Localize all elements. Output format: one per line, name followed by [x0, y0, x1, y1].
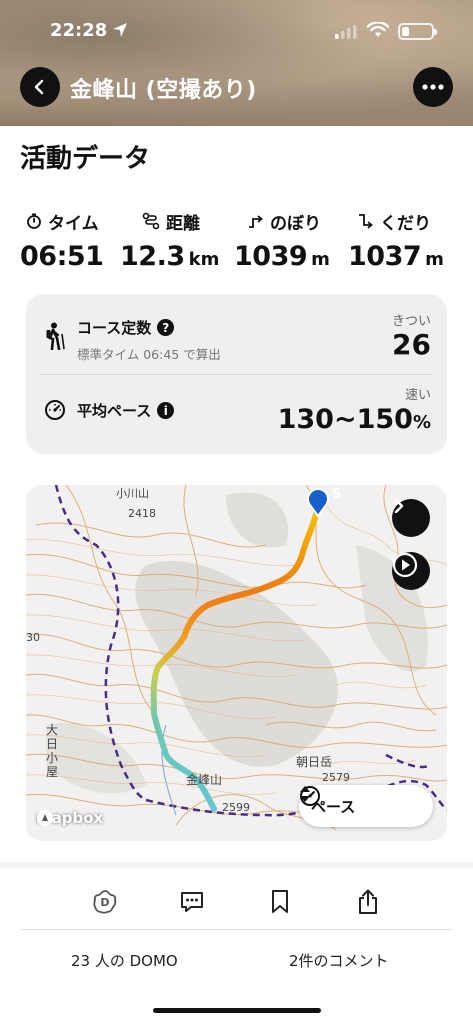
mapbox-icon — [37, 810, 53, 826]
chevron-left-icon — [34, 79, 44, 95]
map-label-2418: 2418 — [128, 507, 156, 520]
stat-value: 12.3 — [120, 241, 185, 272]
route-icon — [142, 212, 160, 230]
pace-tag: 速い — [404, 388, 431, 403]
start-marker — [307, 488, 329, 518]
status-bar: 22:28 — [0, 18, 473, 46]
average-pace-row: 平均ペース i 速い 130~150% — [26, 374, 447, 454]
stat-unit: m — [425, 249, 444, 270]
bottom-action-bar: D 23 人の DOMO 2件のコメント — [0, 868, 473, 1024]
share-icon — [359, 889, 377, 914]
stat-time: タイム 06:51 — [20, 207, 104, 272]
bookmark-button[interactable] — [260, 882, 300, 922]
map-label-2599: 2599 — [222, 801, 250, 814]
route-map[interactable]: S 小川山 2418 30 大日小屋 朝日岳 2579 金峰山 2599 map… — [26, 485, 447, 841]
map-label-dainichi-hut: 大日小屋 — [46, 723, 59, 779]
cellular-signal-icon — [335, 24, 357, 43]
map-label-ogawayama: 小川山 — [116, 487, 149, 500]
map-label-30: 30 — [26, 631, 40, 644]
bottom-divider — [20, 929, 453, 930]
map-label-asahidake: 朝日岳 — [296, 755, 333, 769]
stat-descent: くだり 1037 m — [348, 207, 444, 273]
stat-label: くだり — [380, 213, 431, 234]
comment-bubble-icon — [181, 892, 203, 912]
speedometer-icon — [44, 399, 66, 425]
map-next-button[interactable] — [392, 499, 430, 537]
course-constant-label: コース定数 — [77, 319, 152, 337]
bookmark-icon — [272, 890, 288, 913]
map-label-2579: 2579 — [322, 771, 350, 784]
course-standard-time: 標準タイム 06:45 で算出 — [77, 347, 221, 362]
stat-unit: m — [311, 249, 330, 270]
difficulty-tag: きつい — [391, 314, 431, 329]
more-options-button[interactable] — [413, 67, 453, 107]
back-button[interactable] — [20, 67, 60, 107]
stat-value: 1037 — [348, 241, 422, 272]
stat-label: のぼり — [270, 213, 321, 234]
stat-distance: 距離 12.3 km — [120, 207, 220, 272]
svg-text:D: D — [100, 896, 109, 909]
stat-unit: km — [188, 249, 220, 270]
stat-label: タイム — [48, 213, 99, 234]
help-icon[interactable]: ? — [157, 319, 175, 336]
stat-ascent: のぼり 1039 m — [234, 207, 330, 273]
battery-icon — [398, 23, 437, 40]
mapbox-logo: mapbox — [36, 809, 103, 827]
course-constant-row: コース定数 ? 標準タイム 06:45 で算出 きつい 26 — [26, 294, 447, 374]
stopwatch-icon — [27, 213, 41, 229]
more-dots-icon — [422, 84, 444, 90]
domo-flower-icon: D — [93, 890, 117, 914]
chevron-right-icon — [394, 499, 404, 513]
map-label-kinpu: 金峰山 — [186, 773, 223, 787]
section-title: 活動データ — [20, 144, 151, 174]
ascent-arrow-icon — [249, 215, 263, 228]
comment-button[interactable] — [172, 882, 212, 922]
average-pace-label: 平均ペース — [77, 402, 152, 420]
sort-arrows-icon — [300, 786, 310, 802]
wifi-icon — [366, 21, 390, 42]
map-play-button[interactable] — [392, 552, 430, 590]
stat-value: 1039 — [234, 241, 308, 272]
location-arrow-icon — [112, 22, 128, 42]
home-indicator — [153, 1008, 321, 1013]
activity-title: 金峰山 (空撮あり) — [70, 78, 257, 103]
play-icon — [392, 552, 418, 578]
pace-value: 130~150 — [277, 404, 413, 435]
status-time: 22:28 — [50, 20, 108, 41]
course-constant-value: 26 — [392, 328, 431, 361]
stat-label: 距離 — [166, 213, 200, 234]
start-marker-label: S — [332, 487, 342, 502]
descent-arrow-icon — [359, 214, 373, 229]
info-icon[interactable]: i — [157, 402, 175, 419]
stat-value: 06:51 — [20, 241, 104, 272]
domo-button[interactable]: D — [85, 882, 125, 922]
share-button[interactable] — [348, 882, 388, 922]
difficulty-card: コース定数 ? 標準タイム 06:45 で算出 きつい 26 平均ペース i 速… — [26, 294, 447, 454]
pace-unit: % — [412, 412, 431, 433]
hiker-icon — [44, 322, 66, 354]
pace-layer-selector[interactable]: ペース — [299, 785, 433, 827]
comment-count-link[interactable]: 2件のコメント — [289, 950, 389, 971]
domo-count-link[interactable]: 23 人の DOMO — [71, 950, 178, 971]
